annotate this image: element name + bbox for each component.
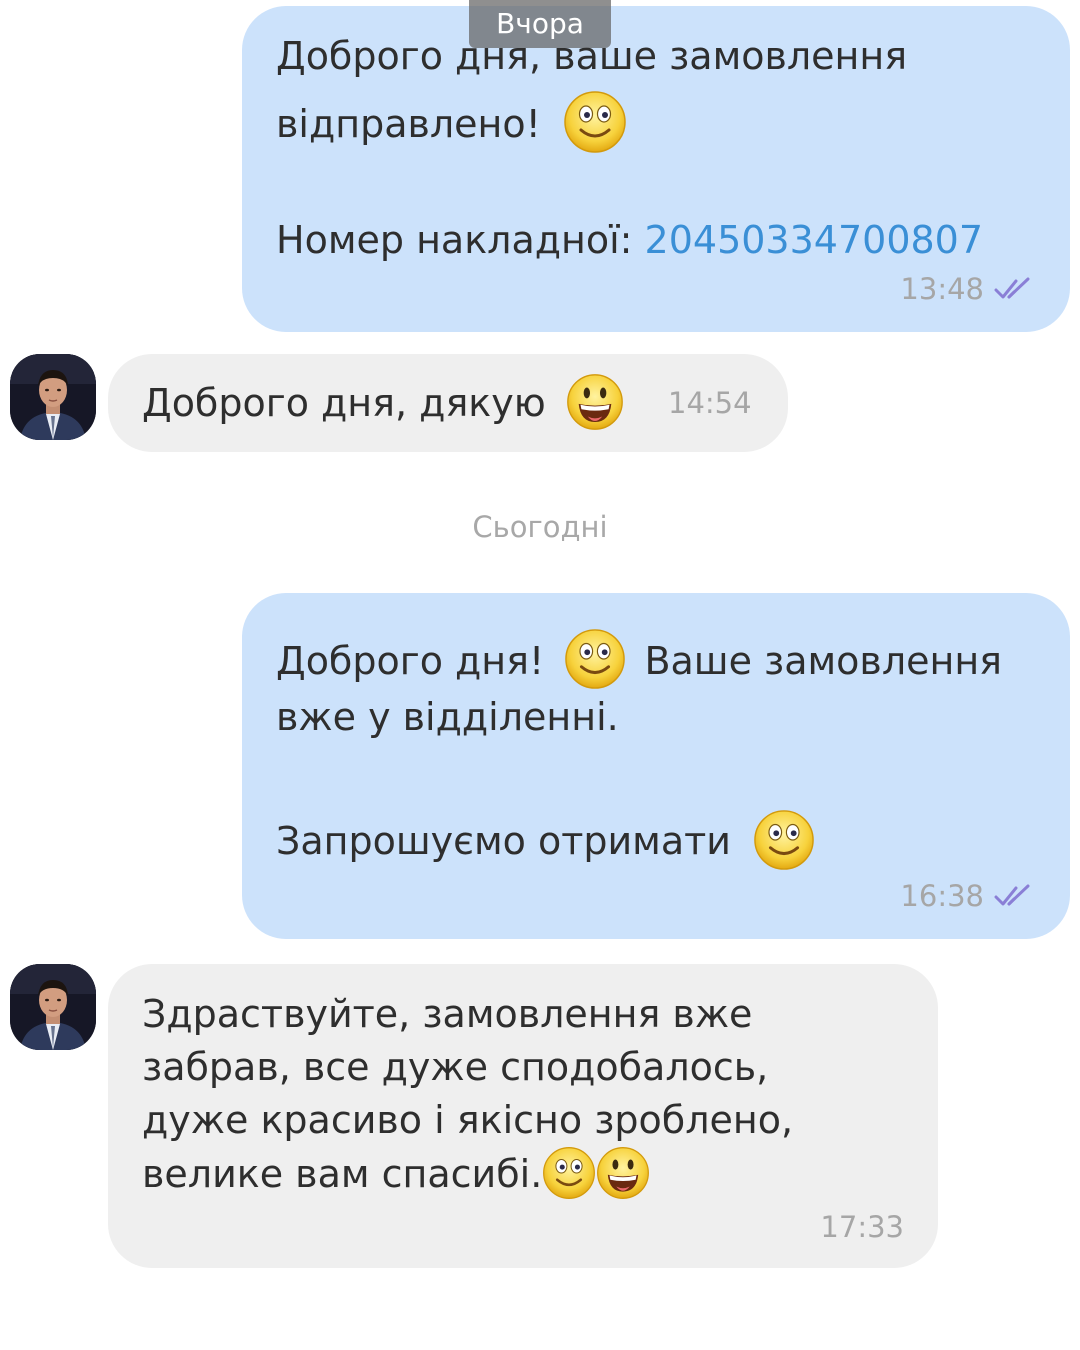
message-text: забрав, все дуже сподобалось,	[142, 1045, 769, 1089]
grin-emoji-icon	[596, 1146, 650, 1200]
message-text: Запрошуємо отримати	[276, 819, 731, 863]
outgoing-message[interactable]: Доброго дня, ваше замовлення відправлено…	[242, 6, 1070, 332]
message-time: 13:48	[900, 272, 984, 306]
double-check-icon	[994, 277, 1036, 301]
double-check-icon	[994, 884, 1036, 908]
message-text: Доброго дня!	[276, 639, 545, 683]
message-time: 17:33	[820, 1210, 904, 1244]
message-meta: 14:54	[668, 386, 752, 420]
grin-emoji-icon	[566, 373, 624, 431]
smile-emoji-icon	[564, 628, 626, 690]
message-meta: 16:38	[900, 879, 1036, 913]
incoming-message[interactable]: Доброго дня, дякую 14:54	[108, 354, 788, 452]
date-separator-today: Сьогодні	[472, 510, 608, 544]
tracking-number-link[interactable]: 20450334700807	[645, 218, 983, 262]
incoming-message[interactable]: Здраствуйте, замовлення вже забрав, все …	[108, 964, 938, 1268]
message-text: відправлено!	[276, 102, 541, 146]
contact-avatar[interactable]	[10, 964, 96, 1050]
tracking-label: Номер накладної:	[276, 218, 645, 262]
avatar-photo	[10, 964, 96, 1050]
message-text: Ваше замовлення	[644, 639, 1003, 683]
contact-avatar[interactable]	[10, 354, 96, 440]
outgoing-message[interactable]: Доброго дня! Ваше замовлення вже у відді…	[242, 593, 1070, 939]
message-text: Доброго дня, дякую	[142, 381, 546, 425]
smile-emoji-icon	[753, 809, 815, 871]
message-time: 14:54	[668, 386, 752, 420]
message-meta: 13:48	[900, 272, 1036, 306]
message-text: вже у відділенні.	[276, 695, 619, 739]
chat-thread: Доброго дня, ваше замовлення відправлено…	[0, 0, 1080, 1350]
smile-emoji-icon	[563, 90, 627, 154]
avatar-photo	[10, 354, 96, 440]
date-header-yesterday: Вчора	[469, 0, 611, 48]
message-text: велике вам спасибі.	[142, 1152, 543, 1196]
message-meta: 17:33	[820, 1210, 904, 1244]
message-text: Здраствуйте, замовлення вже	[142, 992, 753, 1036]
smile-emoji-icon	[542, 1146, 596, 1200]
message-text: дуже красиво і якісно зроблено,	[142, 1098, 794, 1142]
message-time: 16:38	[900, 879, 984, 913]
